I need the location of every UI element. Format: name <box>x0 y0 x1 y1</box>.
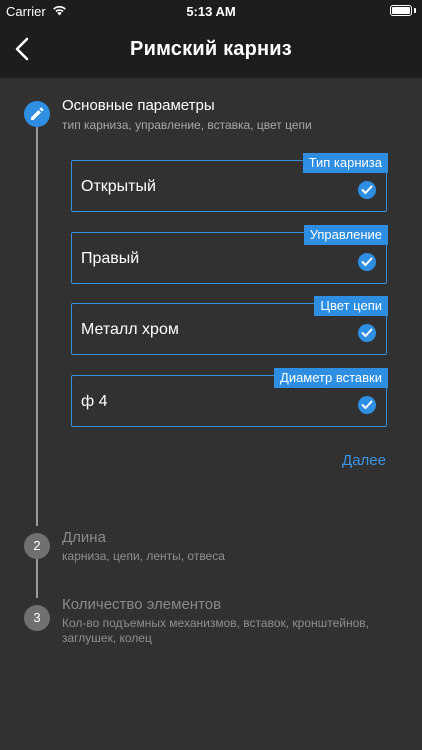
status-bar: Carrier 5:13 AM <box>0 0 422 22</box>
cornice-type-field[interactable]: Тип карниза Открытый <box>71 153 388 212</box>
step-3-title[interactable]: Количество элементов <box>62 596 221 613</box>
insert-diameter-field[interactable]: Диаметр вставки ф 4 <box>71 368 388 427</box>
step-3-subtitle-line2: заглушек, колец <box>62 631 152 645</box>
step-1-badge <box>24 101 50 127</box>
chain-color-field[interactable]: Цвет цепи Металл хром <box>71 296 388 355</box>
check-circle-icon <box>358 253 376 271</box>
field-tag: Управление <box>303 225 388 245</box>
navigation-bar: Carrier 5:13 AM Римский карниз <box>0 0 422 78</box>
pencil-icon <box>31 107 44 120</box>
battery-tip <box>414 8 416 13</box>
field-tag: Цвет цепи <box>314 296 388 316</box>
step-2-subtitle: карниза, цепи, ленты, отвеса <box>62 549 225 563</box>
step-3-badge[interactable]: 3 <box>24 605 50 631</box>
step-connector-1 <box>36 127 38 526</box>
step-2-title[interactable]: Длина <box>62 529 106 546</box>
check-circle-icon <box>358 396 376 414</box>
next-button[interactable]: Далее <box>342 452 386 469</box>
field-value: Открытый <box>81 178 156 195</box>
step-2-badge[interactable]: 2 <box>24 533 50 559</box>
check-circle-icon <box>358 324 376 342</box>
field-tag: Тип карниза <box>302 153 388 173</box>
field-value: Правый <box>81 250 140 267</box>
control-side-field[interactable]: Управление Правый <box>71 225 388 284</box>
field-tag: Диаметр вставки <box>274 368 388 388</box>
check-circle-icon <box>358 181 376 199</box>
step-1-subtitle: тип карниза, управление, вставка, цвет ц… <box>62 118 312 132</box>
step-3-subtitle-line1: Кол-во подъемных механизмов, вставок, кр… <box>62 616 370 630</box>
field-value: ф 4 <box>81 393 108 410</box>
field-value: Металл хром <box>81 321 179 338</box>
status-time: 5:13 AM <box>186 4 236 19</box>
step-connector-2 <box>36 559 38 598</box>
step-1-title: Основные параметры <box>62 97 215 114</box>
page-title: Римский карниз <box>130 38 292 60</box>
battery-icon <box>390 5 412 16</box>
